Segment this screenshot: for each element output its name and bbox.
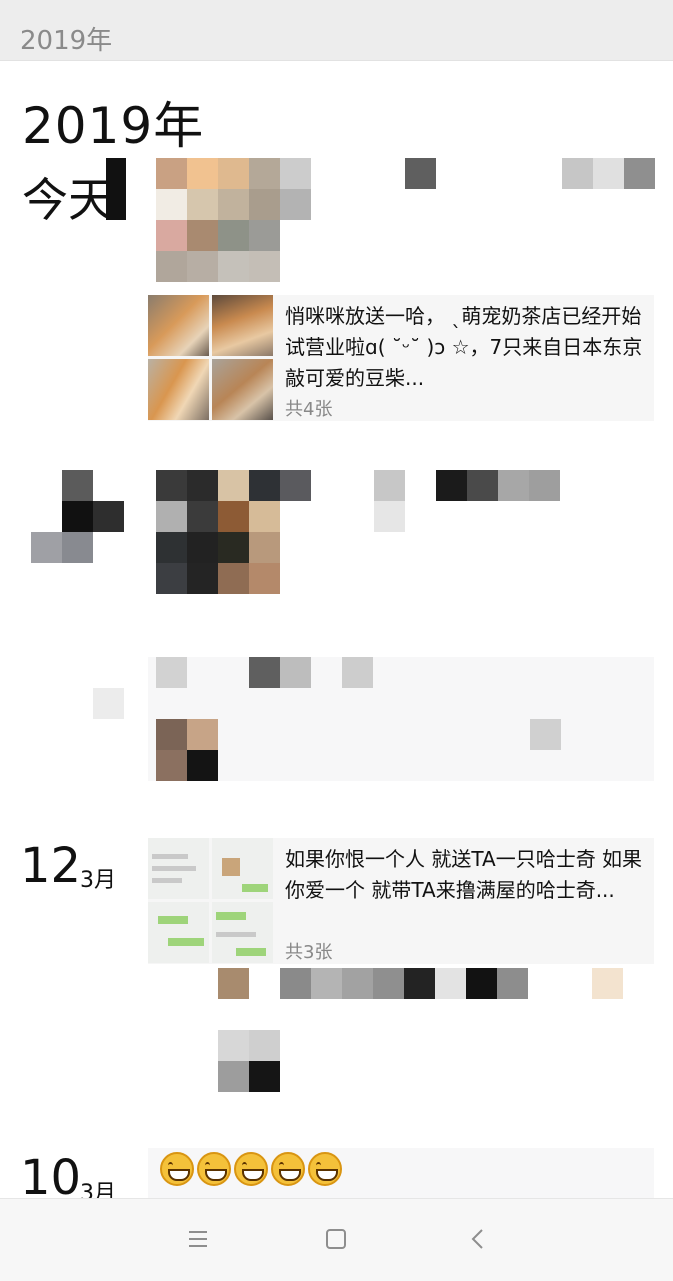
- redacted-image-4[interactable]: [218, 1030, 280, 1092]
- shiba-photo-1: [148, 295, 209, 356]
- chat-screenshot-2: [212, 838, 273, 899]
- husky-post[interactable]: 如果你恨一个人 就送TA一只哈士奇 如果你爱一个 就带TA来撸满屋的哈士奇...…: [148, 838, 654, 964]
- redacted-image-2[interactable]: [156, 470, 311, 594]
- sticky-year-header: 2019年: [0, 0, 673, 61]
- chat-screenshot-1: [148, 838, 209, 899]
- redacted-link-thumb: [156, 719, 218, 781]
- redacted-link-strip: [156, 657, 376, 688]
- today-post[interactable]: 悄咪咪放送一哈， ˎ萌宠奶茶店已经开始试营业啦ɑ( ˘ᵕ˘ )ↄ ☆，7只来自日…: [148, 295, 654, 421]
- post-thumbnail-grid[interactable]: [148, 295, 274, 421]
- back-chevron-icon[interactable]: [458, 1219, 498, 1259]
- redacted-pixel: [592, 968, 623, 999]
- shiba-photo-3: [148, 359, 209, 420]
- redacted-image-1[interactable]: [156, 158, 311, 285]
- emoji-row: [160, 1152, 345, 1190]
- redacted-pixel: [93, 688, 124, 719]
- shiba-photo-4: [212, 359, 273, 420]
- sticky-year-label: 2019年: [20, 26, 113, 56]
- home-square-icon[interactable]: [316, 1219, 356, 1259]
- chat-screenshot-4: [212, 902, 273, 963]
- post-text: 如果你恨一个人 就送TA一只哈士奇 如果你爱一个 就带TA来撸满屋的哈士奇...: [285, 847, 643, 902]
- redacted-date-block: [31, 470, 125, 563]
- redacted-text-strip-3: [436, 470, 560, 501]
- chat-screenshot-3: [148, 902, 209, 963]
- redacted-pixel: [405, 158, 436, 189]
- post-image-count: 共3张: [285, 942, 333, 963]
- grinning-face-icon: [197, 1152, 231, 1186]
- post-text: 悄咪咪放送一哈， ˎ萌宠奶茶店已经开始试营业啦ɑ( ˘ᵕ˘ )ↄ ☆，7只来自日…: [285, 304, 643, 390]
- menu-icon[interactable]: [178, 1219, 218, 1259]
- redacted-text-strip-2: [374, 470, 405, 532]
- date-month-3: 3月: [80, 868, 116, 893]
- date-day-12: 12: [20, 838, 82, 894]
- redacted-image-3[interactable]: [218, 968, 250, 999]
- today-label: 今天: [22, 173, 114, 227]
- grinning-face-icon: [160, 1152, 194, 1186]
- grinning-face-icon: [308, 1152, 342, 1186]
- redacted-text-strip-1: [562, 158, 655, 189]
- grinning-face-icon: [234, 1152, 268, 1186]
- post-image-count: 共4张: [285, 399, 333, 420]
- grinning-face-icon: [271, 1152, 305, 1186]
- redacted-pixel: [530, 719, 561, 750]
- today-label-redaction: [106, 158, 126, 220]
- redacted-text-strip-4: [280, 968, 530, 999]
- shiba-photo-2: [212, 295, 273, 356]
- post-thumbnail-grid[interactable]: [148, 838, 274, 964]
- year-heading: 2019年: [22, 97, 205, 155]
- system-navigation-bar: [0, 1198, 673, 1281]
